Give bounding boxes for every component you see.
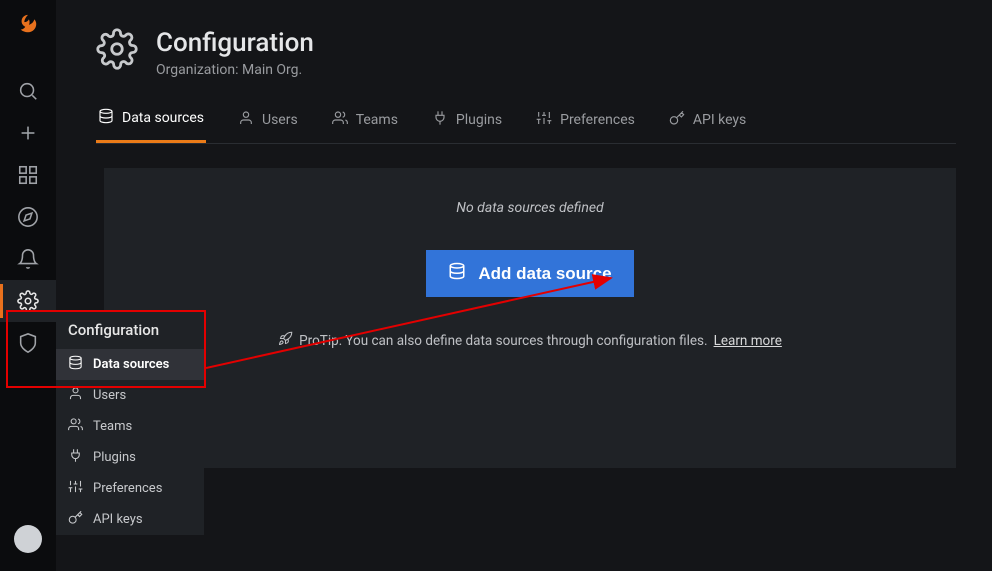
tab-label: Preferences [560,112,635,128]
nav-configuration[interactable] [0,280,56,322]
flyout-item-label: Users [93,388,126,403]
button-label: Add data source [478,264,611,284]
sliders-icon [68,479,83,498]
tab-teams[interactable]: Teams [330,108,400,143]
team-icon [332,110,348,130]
tab-data-sources[interactable]: Data sources [96,108,206,143]
tab-label: API keys [693,112,746,128]
key-icon [68,510,83,529]
flyout-item-label: Data sources [93,357,169,372]
flyout-heading-label: Configuration [68,321,159,339]
page-title: Configuration [156,28,314,58]
flyout-item-label: Preferences [93,481,162,496]
plug-icon [68,448,83,467]
tab-label: Teams [356,112,398,128]
configuration-flyout: Configuration Data sources Users Teams P… [56,311,204,535]
empty-state-message: No data sources defined [456,200,603,216]
nav-rail [0,0,56,571]
flyout-item-data-sources[interactable]: Data sources [56,349,204,380]
tab-label: Data sources [122,110,204,126]
tab-plugins[interactable]: Plugins [430,108,504,143]
plug-icon [432,110,448,130]
user-avatar[interactable] [14,525,42,553]
flyout-item-teams[interactable]: Teams [56,411,204,442]
grafana-logo[interactable] [12,8,44,40]
flyout-item-api-keys[interactable]: API keys [56,504,204,535]
flyout-item-plugins[interactable]: Plugins [56,442,204,473]
sliders-icon [536,110,552,130]
gear-icon [96,28,138,70]
flyout-item-label: API keys [93,512,143,527]
tab-label: Users [262,112,298,128]
user-icon [238,110,254,130]
user-icon [68,386,83,405]
database-icon [98,108,114,128]
page-subtitle: Organization: Main Org. [156,62,314,78]
nav-alerting[interactable] [0,238,56,280]
flyout-item-preferences[interactable]: Preferences [56,473,204,504]
add-data-source-button[interactable]: Add data source [426,250,633,297]
nav-search[interactable] [0,70,56,112]
tab-label: Plugins [456,112,502,128]
flyout-item-label: Teams [93,419,132,434]
flyout-heading: Configuration [56,311,204,349]
tab-users[interactable]: Users [236,108,300,143]
database-icon [448,262,466,285]
protip-text: ProTip: You can also define data sources… [299,333,707,349]
tab-api-keys[interactable]: API keys [667,108,748,143]
team-icon [68,417,83,436]
protip: ProTip: You can also define data sources… [278,331,782,350]
learn-more-link[interactable]: Learn more [714,333,782,349]
key-icon [669,110,685,130]
flyout-item-users[interactable]: Users [56,380,204,411]
data-sources-panel: No data sources defined Add data source … [104,168,956,468]
nav-dashboards[interactable] [0,154,56,196]
tab-preferences[interactable]: Preferences [534,108,637,143]
flyout-item-label: Plugins [93,450,136,465]
database-icon [68,355,83,374]
nav-create[interactable] [0,112,56,154]
rocket-icon [278,331,293,350]
nav-admin[interactable] [0,322,56,364]
config-tabs: Data sources Users Teams Plugins Prefere… [96,108,956,144]
nav-explore[interactable] [0,196,56,238]
